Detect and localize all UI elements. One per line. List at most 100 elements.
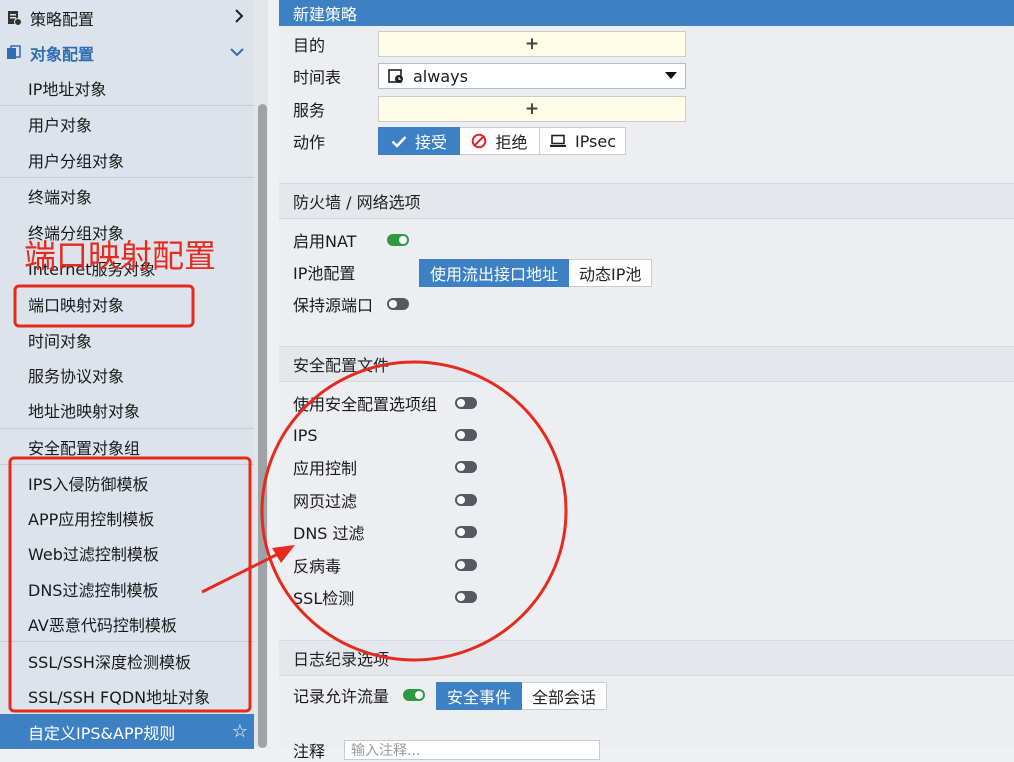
sidebar-item-web-filter-template[interactable]: Web过滤控制模板 bbox=[0, 535, 254, 570]
sidebar-item-label: 自定义IPS&APP规则 bbox=[28, 723, 176, 743]
sidebar-item-time-object[interactable]: 时间对象 bbox=[0, 322, 254, 357]
destination-field[interactable]: + bbox=[378, 31, 686, 57]
sidebar-item-av-template[interactable]: AV恶意代码控制模板 bbox=[0, 606, 254, 641]
comment-input[interactable]: 输入注释... bbox=[344, 740, 600, 760]
sidebar-item-label: IP地址对象 bbox=[28, 79, 107, 99]
destination-label: 目的 bbox=[293, 36, 326, 55]
schedule-icon bbox=[388, 68, 404, 84]
security-profile-group-toggle[interactable] bbox=[455, 397, 477, 409]
section-divider bbox=[279, 381, 1014, 382]
add-icon: + bbox=[524, 34, 540, 54]
action-deny-label: 拒绝 bbox=[495, 133, 528, 152]
sidebar-item-label: SSL/SSH FQDN地址对象 bbox=[28, 687, 211, 707]
sidebar-item-label: 用户对象 bbox=[28, 115, 93, 135]
sidebar-item-label: AV恶意代码控制模板 bbox=[28, 615, 177, 635]
annotation-label: 端口映射配置 bbox=[24, 237, 217, 275]
ip-pool-label: IP池配置 bbox=[293, 264, 356, 283]
check-icon bbox=[391, 135, 407, 148]
web-filter-toggle[interactable] bbox=[455, 494, 477, 506]
sidebar-item-terminal-object[interactable]: 终端对象 bbox=[0, 178, 254, 213]
sidebar-item-label: 地址池映射对象 bbox=[28, 401, 141, 421]
ssl-inspection-toggle[interactable] bbox=[455, 591, 477, 603]
sidebar-scrollbar-thumb[interactable] bbox=[258, 104, 267, 748]
sidebar-item-ssl-ssh-fqdn-object[interactable]: SSL/SSH FQDN地址对象 bbox=[0, 678, 254, 713]
schedule-value: always bbox=[413, 66, 468, 86]
firewall-section-header: 防火墙 / 网络选项 bbox=[279, 184, 1014, 218]
object-config-icon bbox=[6, 44, 22, 61]
sidebar-item-policy-config[interactable]: 策略配置 bbox=[0, 0, 254, 35]
security-item-label: SSL检测 bbox=[293, 589, 355, 608]
sidebar-item-user-object[interactable]: 用户对象 bbox=[0, 106, 254, 141]
action-accept-label: 接受 bbox=[414, 133, 447, 152]
action-label: 动作 bbox=[293, 133, 326, 152]
sidebar-item-dns-filter-template[interactable]: DNS过滤控制模板 bbox=[0, 571, 254, 606]
security-item-label: 应用控制 bbox=[293, 459, 358, 478]
chevron-down-icon bbox=[230, 45, 244, 61]
sidebar-item-label: APP应用控制模板 bbox=[28, 509, 155, 529]
policy-icon bbox=[6, 10, 22, 26]
log-security-events-button[interactable]: 安全事件 bbox=[436, 682, 523, 710]
ip-pool-dynamic-label: 动态IP池 bbox=[579, 265, 642, 284]
add-icon: + bbox=[524, 99, 540, 119]
action-ipsec-button[interactable]: IPsec bbox=[540, 127, 626, 155]
security-item-label: 使用安全配置选项组 bbox=[293, 395, 438, 414]
action-accept-button[interactable]: 接受 bbox=[378, 127, 460, 155]
sidebar: 策略配置 对象配置 IP地址对象 用户对象 用户分组对象 终端对象 终端分组对象… bbox=[0, 0, 254, 749]
antivirus-toggle[interactable] bbox=[455, 559, 477, 571]
sidebar-item-port-mapping-object[interactable]: 端口映射对象 bbox=[0, 286, 254, 321]
page-title-text: 新建策略 bbox=[293, 5, 358, 24]
sidebar-item-service-protocol-object[interactable]: 服务协议对象 bbox=[0, 357, 254, 392]
schedule-select[interactable]: always bbox=[378, 63, 686, 89]
action-ipsec-label: IPsec bbox=[574, 131, 617, 151]
ip-pool-outgoing-label: 使用流出接口地址 bbox=[430, 265, 559, 284]
sidebar-item-custom-ips-app-rules[interactable]: 自定义IPS&APP规则 ☆ bbox=[0, 714, 254, 749]
sidebar-item-label: 用户分组对象 bbox=[28, 151, 125, 171]
keep-src-port-toggle[interactable] bbox=[387, 298, 409, 310]
nat-toggle[interactable] bbox=[387, 234, 409, 246]
sidebar-item-address-pool-mapping-object[interactable]: 地址池映射对象 bbox=[0, 392, 254, 427]
security-section-header: 安全配置文件 bbox=[279, 347, 1014, 381]
ip-pool-button-group: 使用流出接口地址 动态IP池 bbox=[419, 259, 653, 287]
sidebar-item-security-config-group[interactable]: 安全配置对象组 bbox=[0, 429, 254, 464]
sidebar-item-label: 对象配置 bbox=[30, 44, 95, 64]
section-divider bbox=[279, 675, 1014, 676]
security-item-label: IPS bbox=[293, 425, 318, 445]
action-deny-button[interactable]: 拒绝 bbox=[460, 127, 540, 155]
log-all-sessions-label: 全部会话 bbox=[532, 688, 597, 707]
keep-src-port-label: 保持源端口 bbox=[293, 296, 374, 315]
security-section-title: 安全配置文件 bbox=[293, 356, 390, 375]
sidebar-item-app-control-template[interactable]: APP应用控制模板 bbox=[0, 500, 254, 535]
sidebar-item-label: DNS过滤控制模板 bbox=[28, 580, 159, 600]
ip-pool-dynamic-button[interactable]: 动态IP池 bbox=[569, 259, 653, 287]
dns-filter-toggle[interactable] bbox=[455, 526, 477, 538]
sidebar-item-ssl-ssh-inspection-template[interactable]: SSL/SSH深度检测模板 bbox=[0, 643, 254, 678]
log-traffic-button-group: 安全事件 全部会话 bbox=[436, 682, 608, 710]
dropdown-caret-icon bbox=[665, 72, 677, 79]
app-control-toggle[interactable] bbox=[455, 461, 477, 473]
service-field[interactable]: + bbox=[378, 96, 686, 122]
sidebar-item-label: 终端对象 bbox=[28, 187, 93, 207]
ips-toggle[interactable] bbox=[455, 429, 477, 441]
sidebar-item-ip-address-object[interactable]: IP地址对象 bbox=[0, 70, 254, 105]
sidebar-item-ips-template[interactable]: IPS入侵防御模板 bbox=[0, 465, 254, 500]
log-traffic-label: 记录允许流量 bbox=[293, 687, 390, 706]
star-icon[interactable]: ☆ bbox=[232, 721, 248, 742]
nat-label: 启用NAT bbox=[293, 232, 357, 251]
action-button-group: 接受 拒绝 IPsec bbox=[378, 127, 626, 155]
sidebar-item-label: 端口映射对象 bbox=[28, 295, 125, 315]
sidebar-item-label: 时间对象 bbox=[28, 331, 93, 351]
section-divider bbox=[279, 218, 1014, 219]
sidebar-divider bbox=[0, 641, 254, 642]
log-all-sessions-button[interactable]: 全部会话 bbox=[522, 682, 608, 710]
log-traffic-toggle[interactable] bbox=[403, 689, 425, 701]
page-title: 新建策略 bbox=[279, 0, 1014, 26]
ip-pool-outgoing-interface-button[interactable]: 使用流出接口地址 bbox=[419, 259, 570, 287]
sidebar-item-label: SSL/SSH深度检测模板 bbox=[28, 652, 191, 672]
chevron-right-icon bbox=[234, 8, 244, 27]
sidebar-item-user-group-object[interactable]: 用户分组对象 bbox=[0, 142, 254, 177]
policy-form: 新建策略 目的 + 时间表 always 服务 + 动作 接受 拒绝 IPsec… bbox=[279, 0, 1014, 761]
sidebar-item-object-config[interactable]: 对象配置 bbox=[0, 35, 254, 70]
sidebar-item-label: 安全配置对象组 bbox=[28, 438, 141, 458]
security-item-label: 反病毒 bbox=[293, 557, 342, 576]
firewall-section-title: 防火墙 / 网络选项 bbox=[293, 193, 421, 212]
